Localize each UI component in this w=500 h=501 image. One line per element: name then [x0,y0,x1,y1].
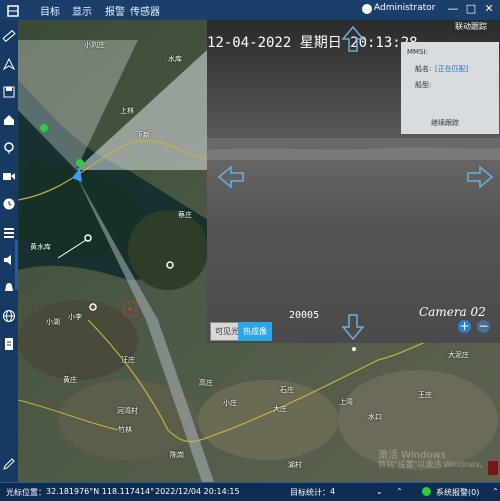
map-point [352,347,356,351]
menu-display[interactable]: 显示 [72,3,92,18]
green-marker[interactable] [40,124,48,132]
ship-name-value: [正在匹配] [435,65,469,73]
expand-icon[interactable]: ⌃ [492,487,499,496]
map-label: 陈岗 [170,451,184,459]
selected-target-dot [128,307,132,311]
minimize-button[interactable]: — [446,2,460,15]
map-label: 王庄 [418,391,432,399]
menu-target[interactable]: 目标 [40,3,60,18]
ship-name-label: 船名: [415,65,432,73]
map-label: 下新 [136,131,150,139]
map-label: 竹林 [118,426,132,434]
map-label: 水口 [368,413,382,421]
map-label: 大庄 [273,405,287,413]
map-label: 湖村 [288,461,302,469]
video-icon[interactable] [2,168,16,182]
alarm-flag-icon[interactable] [488,461,498,475]
map-label: 小刘庄 [84,41,105,49]
app-logo-icon [6,3,20,17]
zoom-in-button[interactable]: + [458,320,471,333]
layers-icon[interactable] [2,224,16,238]
chevron-down-icon[interactable]: ⌄ [376,487,383,496]
target-marker-center [92,306,94,308]
map-label: 黄水库 [30,243,51,251]
target-count-label: 目标统计： [290,488,330,497]
pan-down-arrow-icon[interactable] [341,313,365,341]
video-channel-code: 20005 [289,310,320,321]
alarm-icon[interactable] [2,280,16,294]
close-button[interactable]: ✕ [482,2,496,15]
video-panel[interactable]: 联动跟踪 12-04-2022 星期日 20:13:28 MMSI: 船名: [… [207,20,500,343]
status-datetime: 2022/12/04 20:14:15 [155,487,240,496]
edit-icon[interactable] [2,456,16,470]
target-count-value: 4 [330,487,336,496]
pan-left-arrow-icon[interactable] [217,165,245,189]
video-timestamp: 12-04-2022 星期日 20:13:28 [207,35,418,51]
horizon-shoreline [207,147,500,160]
save-icon[interactable] [2,84,16,98]
status-bar: 光标位置： 32.181976°N 118.117414° 2022/12/04… [0,482,500,501]
pan-right-arrow-icon[interactable] [466,165,494,189]
clock-icon[interactable] [2,196,16,210]
cursor-position-label: 光标位置： [6,488,46,497]
map-label: 黄庄 [63,376,77,384]
map-label: 大泥庄 [448,351,469,359]
map-label: 石庄 [280,386,294,394]
alarm-status-indicator [422,487,431,496]
map-label: 汪庄 [121,356,135,364]
map-label: 小李 [68,313,82,321]
continue-tracking-button[interactable]: 继续跟踪 [431,118,459,128]
maximize-button[interactable]: □ [464,2,478,15]
menu-sensor[interactable]: 传感器 [130,3,160,18]
user-name[interactable]: Administrator [374,3,435,13]
windows-activation-hint: 转到"设置"以激活 Windows。 [378,460,488,469]
green-marker[interactable] [76,159,84,167]
map-label: 水库 [168,55,182,63]
speaker-icon[interactable] [2,252,16,266]
home-icon[interactable] [2,112,16,126]
cursor-position-value: 32.181976°N 118.117414° [46,487,155,496]
zoom-out-button[interactable]: − [477,320,490,333]
navigation-icon[interactable] [2,56,16,71]
linkage-tracking-label[interactable]: 联动跟踪 [452,20,490,33]
camera-name: Camera 02 [419,305,486,319]
menu-alarm[interactable]: 报警 [105,3,125,18]
left-toolbar [0,20,21,482]
map-label: 河湾村 [117,407,138,415]
chevron-up-icon[interactable]: ⌃ [396,487,403,496]
map-label: 高庄 [199,379,213,387]
ship-info-panel: MMSI: 船名: [正在匹配] 船型: 继续跟踪 [401,42,499,134]
user-avatar[interactable] [362,4,372,14]
map-label: 上林 [120,107,134,115]
map-label: 上湾 [339,398,353,406]
map-label: 小庄 [223,399,237,407]
ship-type-label: 船型: [415,81,432,89]
location-pin-icon[interactable] [2,140,16,154]
system-alarm-label[interactable]: 系统报警(0) [436,487,479,498]
thermal-imaging-button[interactable]: 热成像 [238,322,272,341]
document-icon[interactable] [2,336,16,350]
ruler-icon[interactable] [2,28,16,43]
map-label: 蔡庄 [178,211,192,219]
top-menu-bar: 目标 显示 报警 传感器 Administrator — □ ✕ [0,0,500,21]
map-label: 小湖 [46,318,60,326]
mmsi-label: MMSI: [407,48,428,56]
globe-icon[interactable] [2,308,16,322]
pan-up-arrow-icon[interactable] [341,25,365,53]
